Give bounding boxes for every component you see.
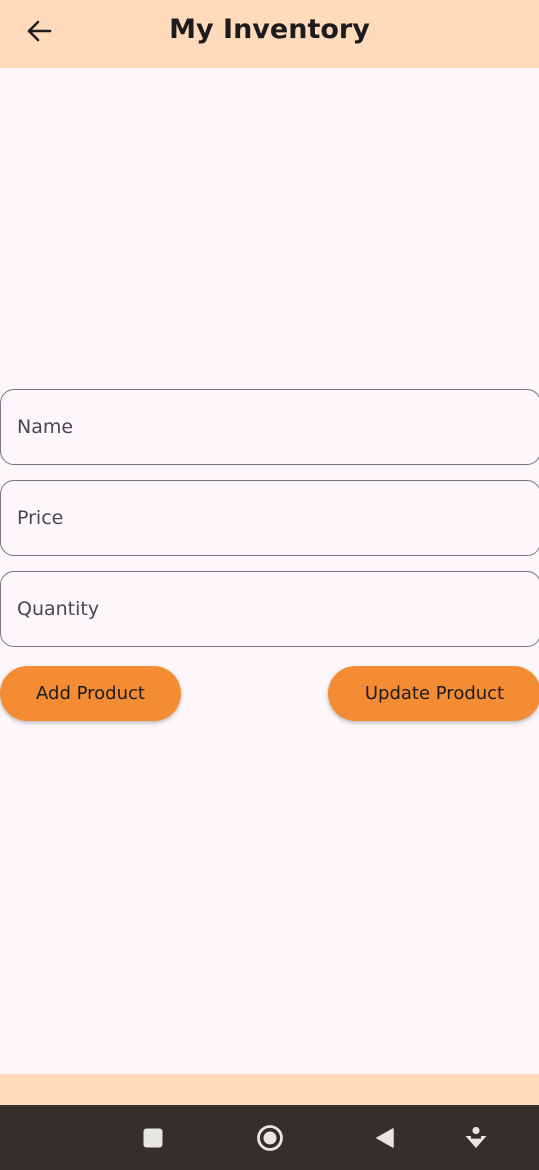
page-title: My Inventory	[169, 14, 370, 45]
back-nav-button[interactable]	[363, 1105, 407, 1170]
app-bar: My Inventory	[0, 0, 539, 68]
name-field[interactable]	[0, 389, 539, 465]
quantity-field[interactable]	[0, 571, 539, 647]
accessibility-button[interactable]	[454, 1105, 498, 1170]
recent-apps-icon	[143, 1128, 163, 1147]
home-icon	[257, 1124, 283, 1151]
update-product-button[interactable]: Update Product	[328, 666, 539, 721]
name-input[interactable]	[17, 390, 539, 464]
home-button[interactable]	[248, 1105, 292, 1170]
bottom-bar	[0, 1074, 539, 1105]
back-icon	[376, 1127, 394, 1148]
price-input[interactable]	[17, 481, 539, 555]
recent-apps-button[interactable]	[131, 1105, 175, 1170]
accessibility-icon	[465, 1126, 487, 1148]
add-product-button[interactable]: Add Product	[0, 666, 181, 721]
price-field[interactable]	[0, 480, 539, 556]
system-navigation-bar	[0, 1105, 539, 1170]
quantity-input[interactable]	[17, 572, 539, 646]
